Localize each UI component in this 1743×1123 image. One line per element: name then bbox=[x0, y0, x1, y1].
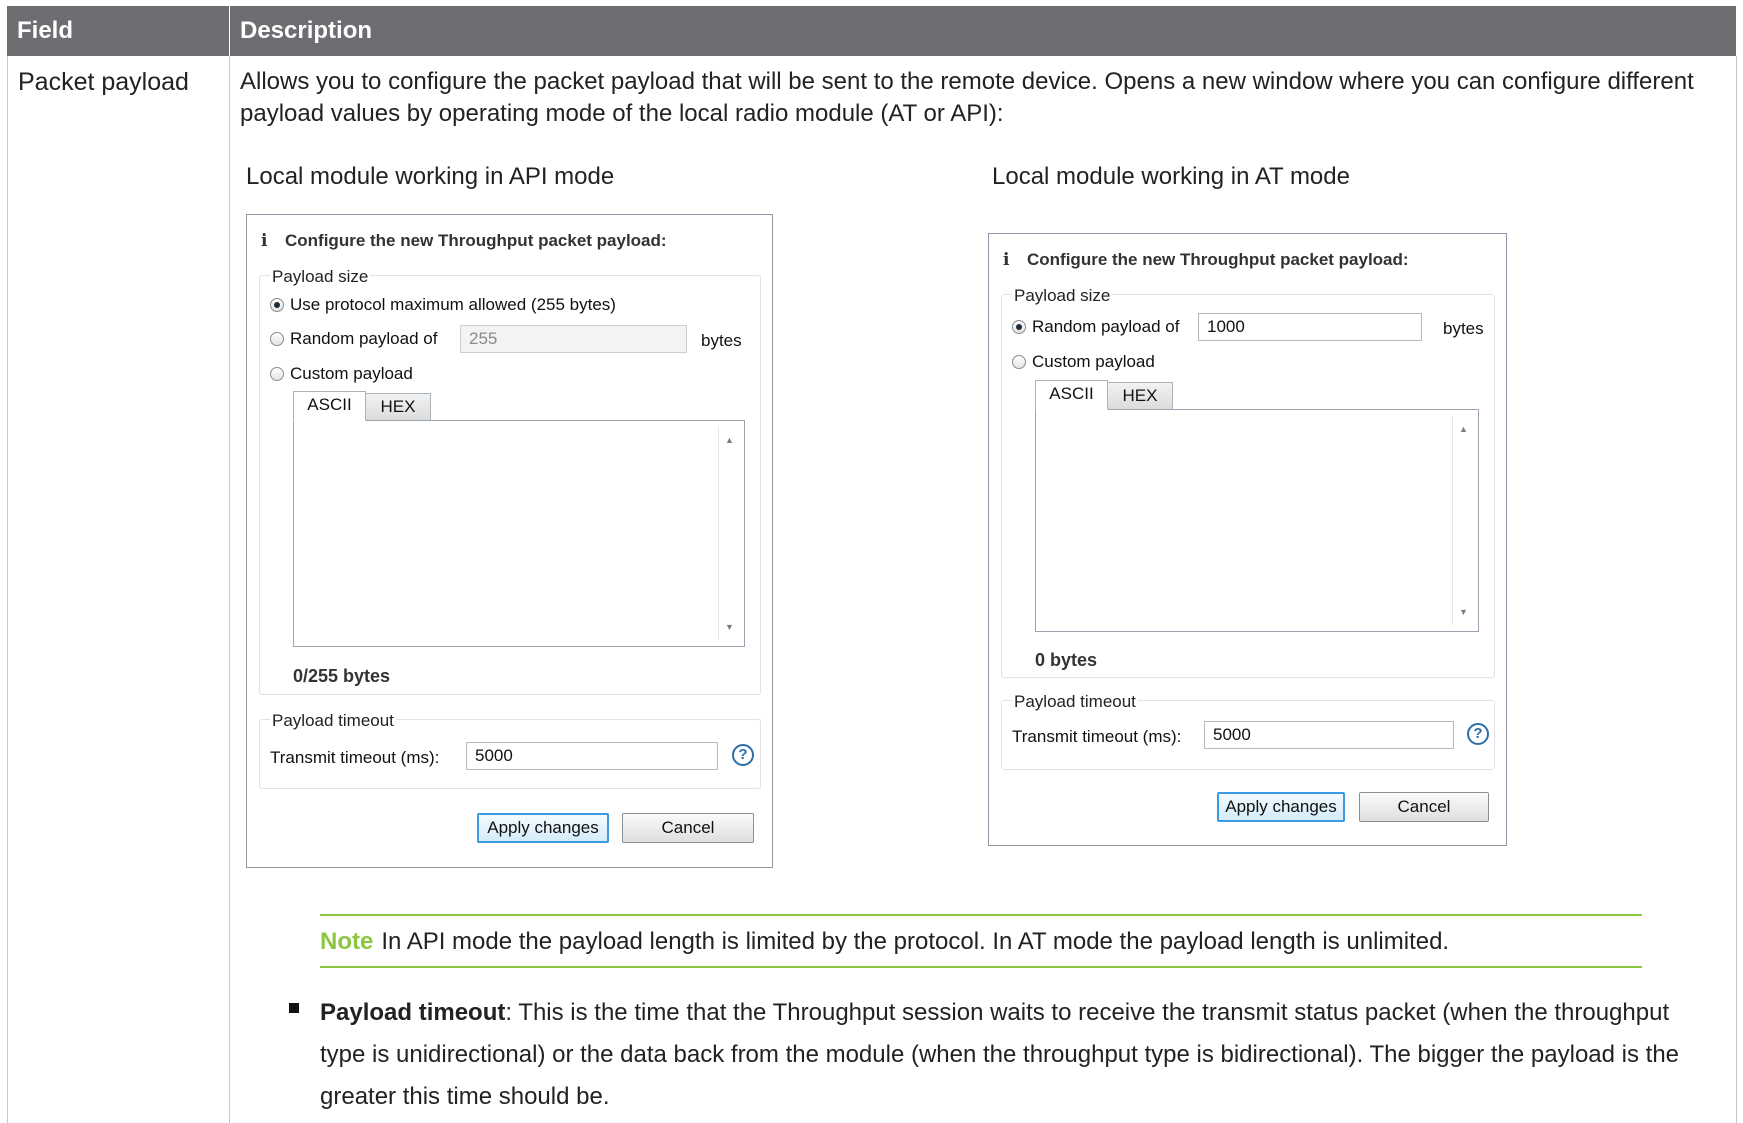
radio-unselected-icon bbox=[270, 332, 284, 346]
payload-byte-count: 0 bytes bbox=[1035, 650, 1098, 670]
radio-random-payload[interactable]: Random payload of bbox=[270, 329, 437, 349]
note-text: In API mode the payload length is limite… bbox=[381, 928, 1450, 955]
radio-selected-icon bbox=[1012, 320, 1026, 334]
random-payload-input[interactable]: 1000 bbox=[1198, 313, 1422, 341]
bullet-term: Payload timeout bbox=[320, 999, 506, 1026]
transmit-timeout-label: Transmit timeout (ms): bbox=[1012, 727, 1182, 746]
apply-changes-button[interactable]: Apply changes bbox=[1217, 792, 1345, 822]
radio-selected-icon bbox=[270, 298, 284, 312]
info-icon: i bbox=[1003, 250, 1010, 270]
payload-timeout-title: Payload timeout bbox=[270, 711, 396, 731]
tab-hex[interactable]: HEX bbox=[1107, 382, 1173, 410]
scroll-up-icon[interactable]: ▲ bbox=[1459, 424, 1468, 434]
random-payload-input[interactable]: 255 bbox=[460, 325, 687, 353]
bullet-payload-timeout: Payload timeout: This is the time that t… bbox=[320, 992, 1715, 1118]
field-description: Allows you to configure the packet paylo… bbox=[240, 68, 1694, 127]
transmit-timeout-input[interactable]: 5000 bbox=[1204, 721, 1454, 749]
header-field: Field bbox=[17, 17, 74, 44]
textarea-scrollbar[interactable]: ▲ ▼ bbox=[718, 427, 740, 640]
payload-byte-count: 0/255 bytes bbox=[293, 666, 391, 686]
cancel-button[interactable]: Cancel bbox=[1359, 792, 1489, 822]
bullet-text: : This is the time that the Throughput s… bbox=[320, 999, 1680, 1110]
bytes-unit-label: bytes bbox=[701, 331, 742, 350]
textarea-scrollbar[interactable]: ▲ ▼ bbox=[1452, 416, 1474, 625]
api-payload-dialog: i Configure the new Throughput packet pay… bbox=[246, 214, 773, 868]
scroll-down-icon[interactable]: ▼ bbox=[1459, 607, 1468, 617]
tab-hex[interactable]: HEX bbox=[365, 393, 431, 421]
api-info-message: i Configure the new Throughput packet pay… bbox=[261, 231, 667, 251]
at-payload-size-group: Payload size Random payload of 1000 byte… bbox=[1001, 286, 1495, 678]
header-description: Description bbox=[240, 17, 373, 44]
table-border-right bbox=[1736, 56, 1737, 1123]
note: Note In API mode the payload length is li… bbox=[320, 928, 1449, 956]
cancel-button[interactable]: Cancel bbox=[622, 813, 754, 843]
radio-random-payload[interactable]: Random payload of bbox=[1012, 317, 1179, 337]
custom-payload-textarea[interactable]: ▲ ▼ bbox=[293, 420, 745, 647]
scroll-up-icon[interactable]: ▲ bbox=[725, 435, 734, 445]
help-icon[interactable]: ? bbox=[1467, 723, 1489, 745]
note-label: Note bbox=[320, 928, 374, 955]
tab-ascii[interactable]: ASCII bbox=[1035, 380, 1108, 410]
at-payload-dialog: i Configure the new Throughput packet pay… bbox=[988, 233, 1507, 846]
tab-ascii[interactable]: ASCII bbox=[293, 391, 366, 421]
scroll-down-icon[interactable]: ▼ bbox=[725, 622, 734, 632]
payload-size-title: Payload size bbox=[1012, 286, 1113, 306]
at-info-message: i Configure the new Throughput packet pay… bbox=[1003, 250, 1409, 270]
transmit-timeout-label: Transmit timeout (ms): bbox=[270, 748, 440, 767]
field-name: Packet payload bbox=[18, 68, 189, 96]
table-border-left bbox=[7, 56, 8, 1123]
api-mode-caption: Local module working in API mode bbox=[246, 163, 615, 190]
apply-changes-button[interactable]: Apply changes bbox=[477, 813, 609, 843]
note-bottom-rule bbox=[320, 966, 1642, 968]
custom-payload-textarea[interactable]: ▲ ▼ bbox=[1035, 409, 1479, 632]
radio-unselected-icon bbox=[1012, 355, 1026, 369]
help-icon[interactable]: ? bbox=[732, 744, 754, 766]
bytes-unit-label: bytes bbox=[1443, 319, 1484, 338]
transmit-timeout-input[interactable]: 5000 bbox=[466, 742, 718, 770]
api-timeout-group: Payload timeout Transmit timeout (ms): 5… bbox=[259, 711, 761, 789]
payload-size-title: Payload size bbox=[270, 267, 371, 287]
radio-custom-payload[interactable]: Custom payload bbox=[270, 364, 413, 384]
payload-timeout-title: Payload timeout bbox=[1012, 692, 1138, 712]
api-payload-size-group: Payload size Use protocol maximum allowe… bbox=[259, 267, 761, 695]
info-icon: i bbox=[261, 231, 268, 251]
radio-custom-payload[interactable]: Custom payload bbox=[1012, 352, 1155, 372]
at-timeout-group: Payload timeout Transmit timeout (ms): 5… bbox=[1001, 692, 1495, 770]
bullet-marker bbox=[289, 1003, 299, 1013]
radio-protocol-max[interactable]: Use protocol maximum allowed (255 bytes) bbox=[270, 295, 616, 315]
at-mode-caption: Local module working in AT mode bbox=[992, 163, 1350, 190]
note-top-rule bbox=[320, 914, 1642, 916]
radio-unselected-icon bbox=[270, 367, 284, 381]
table-header: Field Description bbox=[7, 6, 1736, 56]
table-column-divider bbox=[229, 56, 230, 1123]
